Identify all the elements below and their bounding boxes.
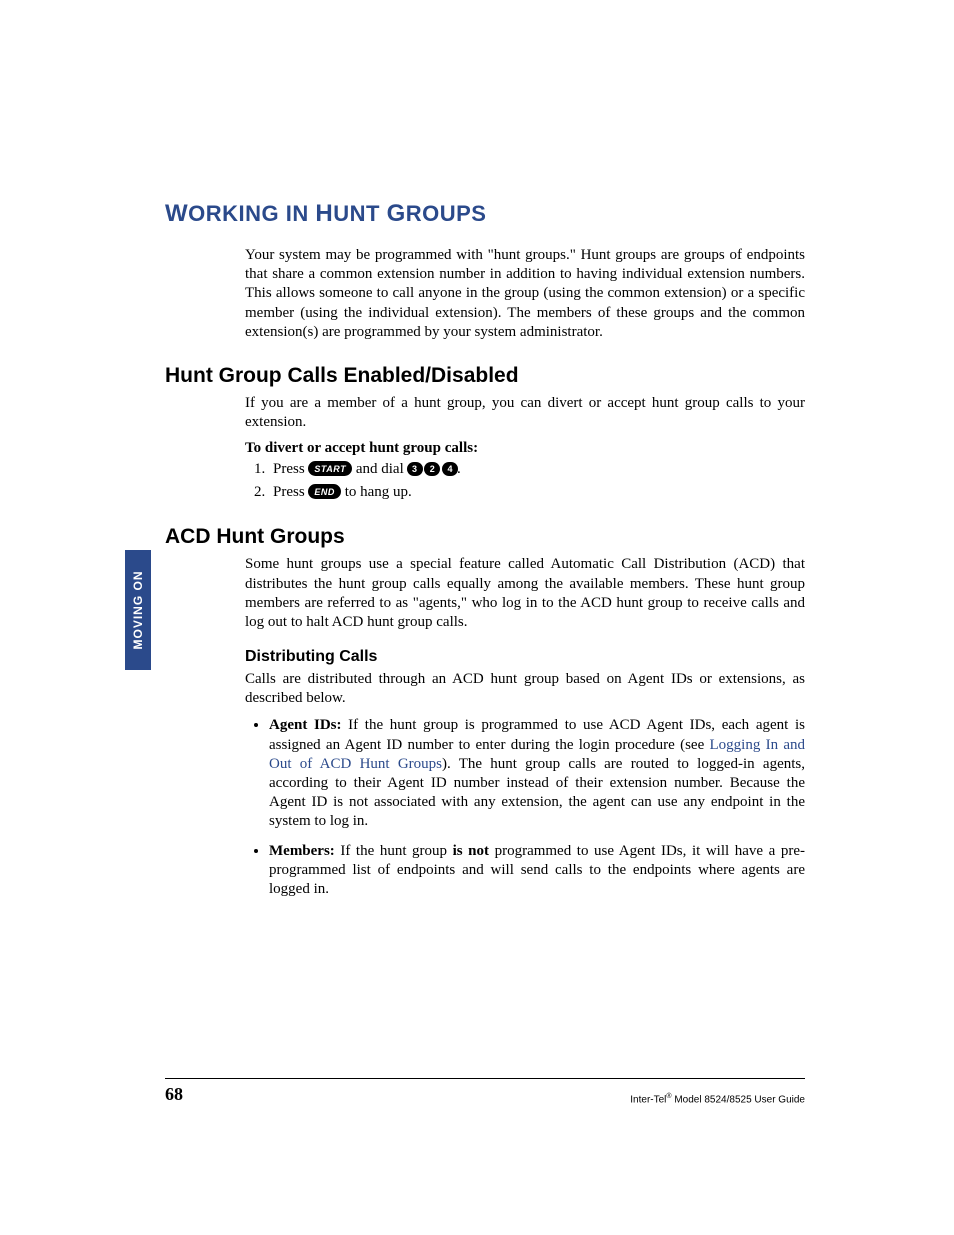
- instruction-heading: To divert or accept hunt group calls:: [245, 440, 805, 457]
- page-content: WORKING IN HUNT GROUPS Your system may b…: [165, 200, 805, 909]
- page-number: 68: [165, 1084, 183, 1105]
- heading-distributing-calls: Distributing Calls: [245, 648, 805, 666]
- heading-hunt-group-calls: Hunt Group Calls Enabled/Disabled: [165, 364, 805, 388]
- keypad-2-icon: 2: [424, 462, 440, 476]
- page-footer: 68 Inter-Tel® Model 8524/8525 User Guide: [165, 1078, 805, 1105]
- distributing-paragraph: Calls are distributed through an ACD hun…: [245, 670, 805, 708]
- bullet-agent-ids: Agent IDs: If the hunt group is programm…: [269, 716, 805, 831]
- step-1: Press START and dial 3 2 4.: [269, 459, 805, 480]
- keypad-3-icon: 3: [407, 462, 423, 476]
- section-tab-label: MOVING ON: [131, 570, 145, 649]
- intro-paragraph: Your system may be programmed with "hunt…: [245, 246, 805, 342]
- heading-acd-hunt-groups: ACD Hunt Groups: [165, 525, 805, 549]
- end-button-icon: END: [308, 484, 341, 499]
- acd-paragraph: Some hunt groups use a special feature c…: [245, 555, 805, 632]
- heading-working-in-hunt-groups: WORKING IN HUNT GROUPS: [165, 200, 805, 228]
- section-tab: MOVING ON: [125, 550, 151, 670]
- footer-reference: Inter-Tel® Model 8524/8525 User Guide: [630, 1093, 805, 1105]
- step-2: Press END to hang up.: [269, 482, 805, 503]
- bullet-members: Members: If the hunt group is not progra…: [269, 842, 805, 900]
- start-button-icon: START: [308, 461, 352, 476]
- hunt-group-paragraph: If you are a member of a hunt group, you…: [245, 394, 805, 432]
- distribution-list: Agent IDs: If the hunt group is programm…: [269, 716, 805, 899]
- keypad-4-icon: 4: [442, 462, 458, 476]
- instruction-steps: Press START and dial 3 2 4. Press END to…: [269, 459, 805, 503]
